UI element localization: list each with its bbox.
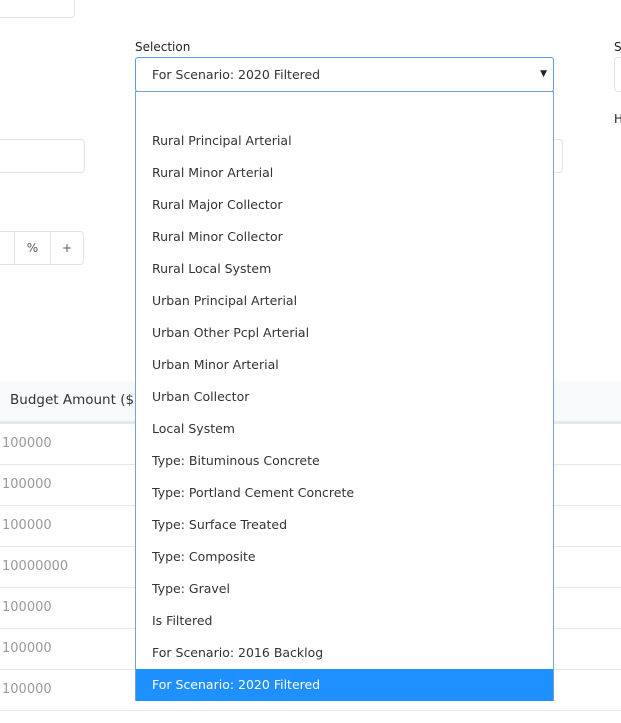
selection-option[interactable]: Urban Principal Arterial bbox=[136, 285, 553, 317]
selection-option[interactable]: Type: Bituminous Concrete bbox=[136, 445, 553, 477]
selection-option[interactable]: Type: Portland Cement Concrete bbox=[136, 477, 553, 509]
selection-option[interactable]: Urban Other Pcpl Arterial bbox=[136, 317, 553, 349]
selection-option[interactable]: Rural Minor Arterial bbox=[136, 157, 553, 189]
percent-button[interactable]: % bbox=[14, 231, 51, 265]
right-input[interactable] bbox=[614, 57, 621, 92]
selection-option[interactable]: Urban Collector bbox=[136, 381, 553, 413]
unit-prefix-button[interactable] bbox=[0, 231, 15, 265]
selection-option[interactable] bbox=[136, 92, 553, 125]
budget-amount-cell: 10000000 bbox=[2, 559, 69, 574]
budget-amount-cell: 100000 bbox=[2, 600, 52, 615]
add-button[interactable]: + bbox=[50, 231, 84, 265]
selection-label: Selection bbox=[135, 40, 191, 54]
budget-amount-cell: 100000 bbox=[2, 641, 52, 656]
selection-option[interactable]: Type: Composite bbox=[136, 541, 553, 573]
selection-option[interactable]: Type: Surface Treated bbox=[136, 509, 553, 541]
selection-option[interactable]: Rural Principal Arterial bbox=[136, 125, 553, 157]
caret-down-icon: ▼ bbox=[540, 69, 547, 79]
budget-amount-cell: 100000 bbox=[2, 477, 52, 492]
right-field-label: S bbox=[614, 40, 621, 54]
budget-amount-cell: 100000 bbox=[2, 682, 52, 697]
budget-amount-cell: 100000 bbox=[2, 436, 52, 451]
right-field-label-2: H bbox=[614, 112, 621, 126]
selection-option[interactable]: Local System bbox=[136, 413, 553, 445]
selection-option[interactable]: Rural Local System bbox=[136, 253, 553, 285]
selection-value: For Scenario: 2020 Filtered bbox=[152, 67, 321, 82]
selection-option[interactable]: Rural Major Collector bbox=[136, 189, 553, 221]
selection-option[interactable]: Urban Minor Arterial bbox=[136, 349, 553, 381]
selection-dropdown[interactable]: For Scenario: 2020 Filtered ▼ bbox=[135, 57, 554, 92]
selection-option[interactable]: Type: Gravel bbox=[136, 573, 553, 605]
budget-amount-cell: 100000 bbox=[2, 518, 52, 533]
selection-option[interactable]: Rural Minor Collector bbox=[136, 221, 553, 253]
selection-options-list[interactable]: Rural Principal Arterial Rural Minor Arte… bbox=[135, 91, 554, 701]
left-input[interactable] bbox=[0, 139, 85, 173]
top-input[interactable] bbox=[0, 0, 75, 18]
selection-option[interactable]: For Scenario: 2016 Backlog bbox=[136, 637, 553, 669]
selection-option[interactable]: Is Filtered bbox=[136, 605, 553, 637]
budget-amount-column-header[interactable]: Budget Amount ($$ bbox=[10, 392, 143, 408]
selection-option[interactable]: For Scenario: 2020 Filtered bbox=[136, 669, 553, 701]
